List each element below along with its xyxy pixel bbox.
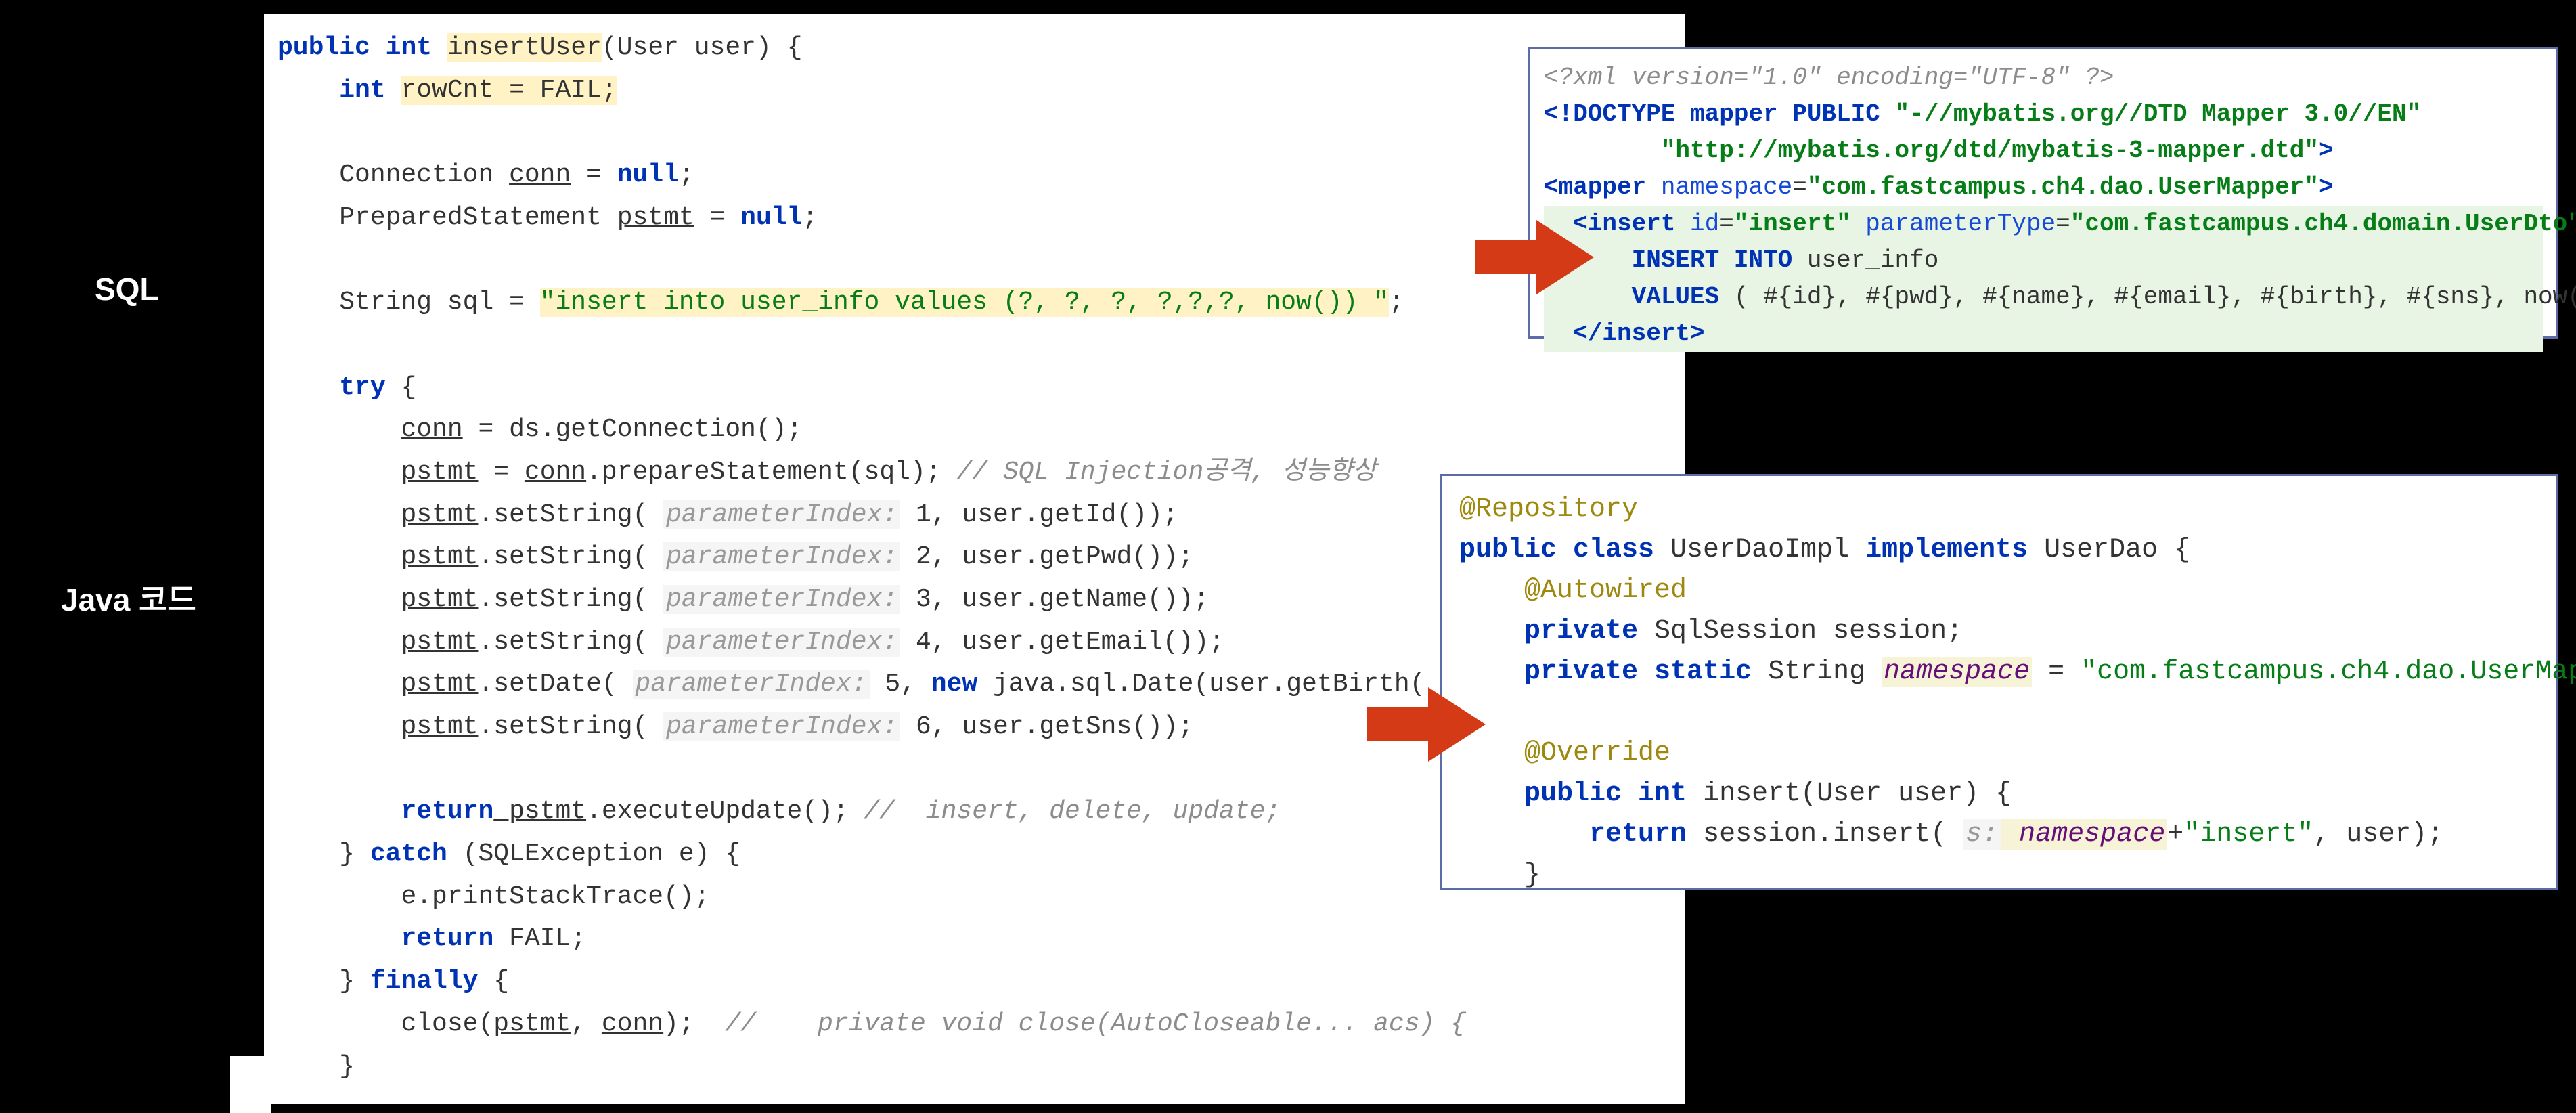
xml-panel: <?xml version="1.0" encoding="UTF-8" ?> … xyxy=(1528,47,2558,339)
arrow-icon xyxy=(1475,217,1597,298)
decorative-block xyxy=(230,1056,271,1113)
xml-content: <?xml version="1.0" encoding="UTF-8" ?> … xyxy=(1544,60,2543,352)
java-impl-panel: @Repository public class UserDaoImpl imp… xyxy=(1440,474,2558,890)
label-sql: SQL xyxy=(95,271,159,307)
arrow-icon xyxy=(1367,684,1489,765)
label-java: Java 코드 xyxy=(61,575,196,620)
java-impl-content: @Repository public class UserDaoImpl imp… xyxy=(1459,489,2539,896)
